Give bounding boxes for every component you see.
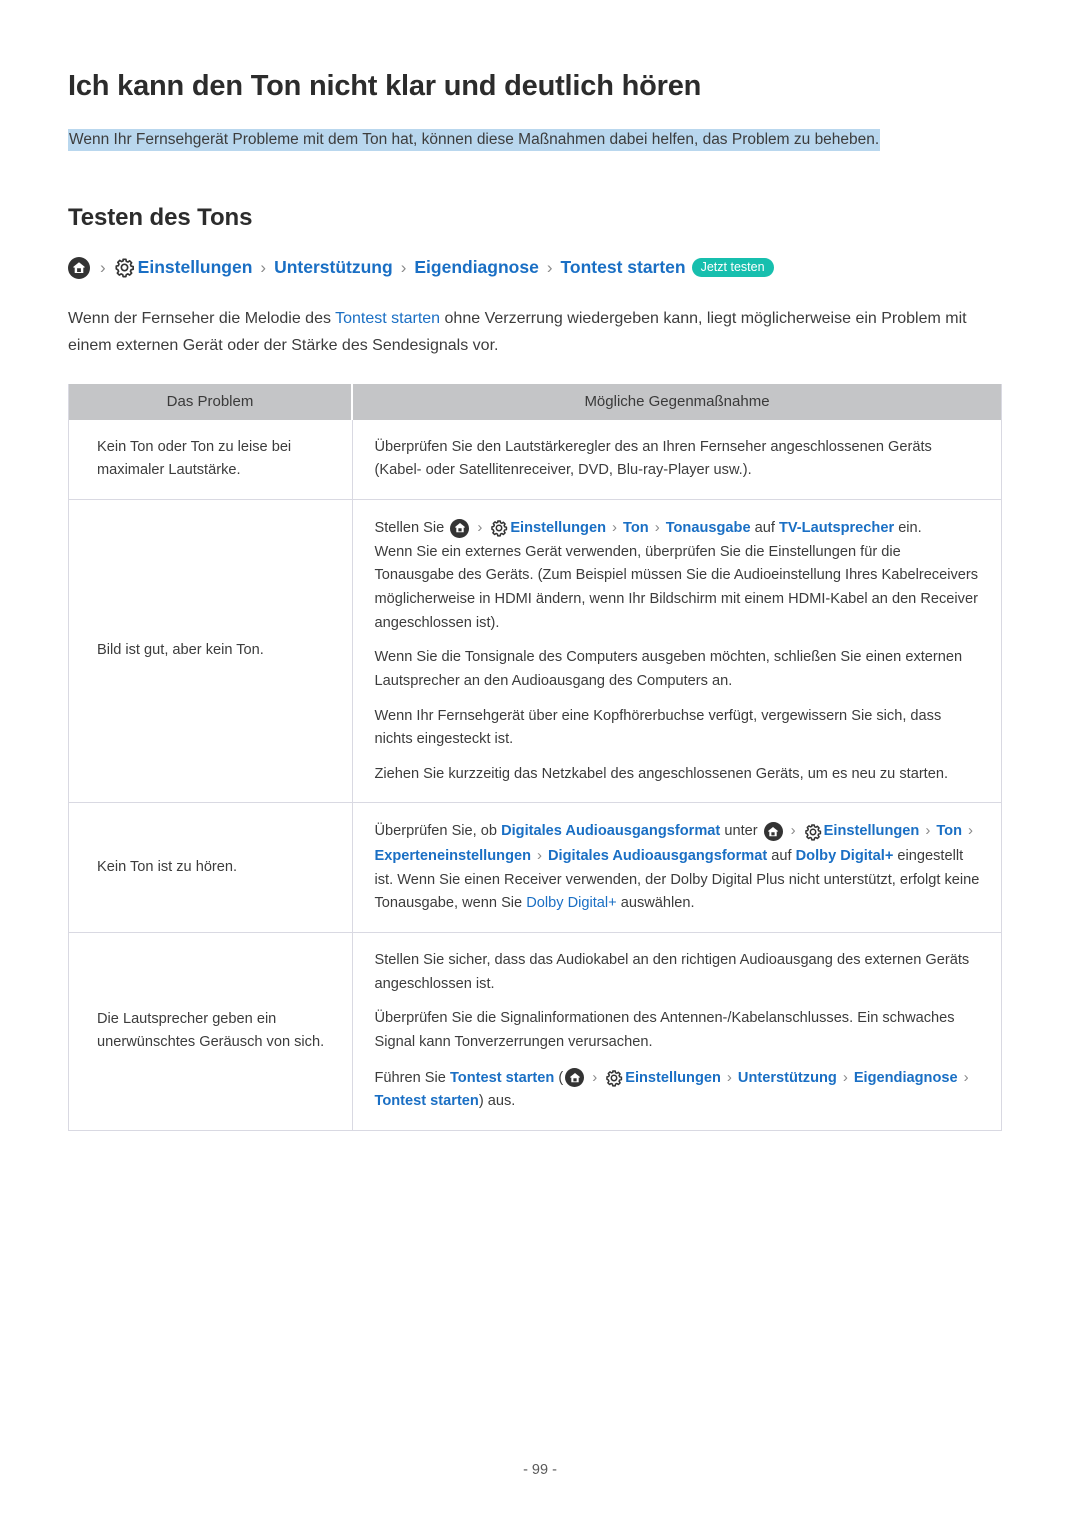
table-header-row: Das Problem Mögliche Gegenmaßnahme xyxy=(68,383,1002,420)
nav-separator: › xyxy=(925,822,931,840)
gear-icon[interactable] xyxy=(804,823,822,841)
row-measure-1: Überprüfen Sie den Lautstärkeregler des … xyxy=(352,419,1002,501)
table-body: Kein Ton oder Ton zu leise bei maximaler… xyxy=(68,419,1002,1131)
row-problem-4: Die Lautsprecher geben ein unerwünschtes… xyxy=(68,932,353,1131)
nav-link-einstellungen[interactable]: Einstellungen xyxy=(824,823,920,839)
nav-suffix-2: auswählen. xyxy=(616,895,695,912)
row-problem-2: Bild ist gut, aber kein Ton. xyxy=(68,499,353,804)
manual-page: Ich kann den Ton nicht klar und deutlich… xyxy=(0,0,1080,1527)
breadcrumb-separator-3: › xyxy=(400,258,407,278)
nav-link-digitales-audioausgangsformat[interactable]: Digitales Audioausgangsformat xyxy=(548,848,767,864)
measure-nav-path: Überprüfen Sie, ob Digitales Audioausgan… xyxy=(374,822,979,912)
row-problem-3: Kein Ton ist zu hören. xyxy=(68,802,353,933)
page-subtitle-wrap: Wenn Ihr Fernsehgerät Probleme mit dem T… xyxy=(68,128,1012,152)
home-icon[interactable] xyxy=(565,1068,585,1088)
measure-nav-path: Stellen Sie › Einstellungen › Ton › Tonausgab… xyxy=(374,518,922,538)
nav-link-eigendiagnose[interactable]: Eigendiagnose xyxy=(854,1070,958,1086)
row-measure-3: Überprüfen Sie, ob Digitales Audioausgan… xyxy=(352,802,1002,933)
nav-separator: › xyxy=(537,847,543,865)
table-row: Kein Ton oder Ton zu leise bei maximaler… xyxy=(68,419,1002,501)
table-row: Die Lautsprecher geben ein unerwünschtes… xyxy=(68,932,1002,1131)
gear-icon[interactable] xyxy=(605,1069,623,1087)
measure-text: Wenn Sie ein externes Gerät verwenden, ü… xyxy=(374,543,979,631)
nav-separator: › xyxy=(968,822,974,840)
intro-part1: Wenn der Fernseher die Melodie des xyxy=(68,309,336,327)
page-subtitle: Wenn Ihr Fernsehgerät Probleme mit dem T… xyxy=(68,129,881,152)
table-row: Kein Ton ist zu hören. Überprüfen Sie, o… xyxy=(68,802,1002,933)
nav-link-einstellungen[interactable]: Einstellungen xyxy=(625,1070,721,1086)
table-row: Bild ist gut, aber kein Ton. Stellen Sie… xyxy=(68,499,1002,804)
home-icon[interactable] xyxy=(68,256,90,279)
nav-link-tontest-starten[interactable]: Tontest starten xyxy=(375,1093,479,1109)
measure-text: Wenn Ihr Fernsehgerät über eine Kopfhöre… xyxy=(374,707,942,748)
measure-text: Überprüfen Sie die Signalinformationen d… xyxy=(374,1010,955,1050)
gear-icon[interactable] xyxy=(114,257,135,278)
nav-separator: › xyxy=(963,1068,969,1086)
nav-under: unter xyxy=(720,823,762,840)
measure-text: Wenn Sie die Tonsignale des Computers au… xyxy=(374,649,963,689)
nav-separator: › xyxy=(842,1068,848,1086)
column-header-measure: Mögliche Gegenmaßnahme xyxy=(352,383,1002,420)
nav-separator: › xyxy=(654,519,660,537)
section-heading: Testen des Tons xyxy=(68,203,253,231)
nav-prefix: Stellen Sie xyxy=(374,520,449,537)
home-icon[interactable] xyxy=(763,822,783,842)
measure-text: Stellen Sie sicher, dass das Audiokabel … xyxy=(374,952,970,992)
nav-middle: auf xyxy=(767,848,796,865)
measure-text: Überprüfen Sie den Lautstärkeregler des … xyxy=(374,438,932,479)
nav-separator: › xyxy=(726,1068,732,1086)
nav-link-unterstuetzung[interactable]: Unterstützung xyxy=(738,1070,837,1086)
row-problem-1: Kein Ton oder Ton zu leise bei maximaler… xyxy=(68,419,353,501)
nav-target-dolby-digital-plus[interactable]: Dolby Digital+ xyxy=(796,848,894,864)
breadcrumb-item-einstellungen[interactable]: Einstellungen xyxy=(138,258,253,277)
table-head: Das Problem Mögliche Gegenmaßnahme xyxy=(68,383,1002,420)
nav-open-paren: ( xyxy=(554,1069,564,1086)
try-now-badge[interactable]: Jetzt testen xyxy=(691,257,774,278)
measure-text: Ziehen Sie kurzzeitig das Netzkabel des … xyxy=(374,765,949,782)
nav-link-einstellungen[interactable]: Einstellungen xyxy=(510,520,606,536)
breadcrumb-item-tontest-starten[interactable]: Tontest starten xyxy=(561,258,686,277)
measure-nav-path: Führen Sie Tontest starten ( › Einstellung… xyxy=(374,1068,975,1110)
nav-suffix: ein. xyxy=(894,520,922,537)
nav-separator: › xyxy=(477,519,483,537)
column-header-problem: Das Problem xyxy=(68,383,353,420)
nav-middle: auf xyxy=(750,520,779,537)
nav-link-tonausgabe[interactable]: Tonausgabe xyxy=(666,520,751,536)
nav-link-ton[interactable]: Ton xyxy=(936,823,962,839)
intro-link-tontest[interactable]: Tontest starten xyxy=(335,310,440,327)
nav-target-dolby-digital-plus-2[interactable]: Dolby Digital+ xyxy=(526,895,616,911)
page-title: Ich kann den Ton nicht klar und deutlich… xyxy=(68,70,702,102)
breadcrumb: › Einstellungen › Unterstützung › Eigend… xyxy=(68,256,1012,279)
nav-prefix: Überprüfen Sie, ob xyxy=(374,823,502,840)
breadcrumb-separator-1: › xyxy=(100,258,106,278)
nav-name-tontest-starten[interactable]: Tontest starten xyxy=(450,1070,554,1086)
breadcrumb-separator-2: › xyxy=(260,258,267,278)
troubleshooting-table: Das Problem Mögliche Gegenmaßnahme Kein … xyxy=(68,383,1002,1131)
nav-separator: › xyxy=(790,822,796,840)
nav-close-paren: ) aus. xyxy=(478,1093,516,1110)
breadcrumb-separator-4: › xyxy=(546,258,553,278)
row-measure-4: Stellen Sie sicher, dass das Audiokabel … xyxy=(352,932,1002,1131)
nav-target-tv-lautsprecher[interactable]: TV-Lautsprecher xyxy=(779,520,894,536)
page-number: - 99 - xyxy=(523,1462,557,1478)
nav-prefix: Führen Sie xyxy=(374,1069,450,1086)
home-icon[interactable] xyxy=(450,518,470,538)
nav-separator: › xyxy=(612,519,618,537)
nav-link-ton[interactable]: Ton xyxy=(623,520,649,536)
nav-setting-name[interactable]: Digitales Audioausgangsformat xyxy=(501,823,720,839)
nav-separator: › xyxy=(592,1068,598,1086)
breadcrumb-item-eigendiagnose[interactable]: Eigendiagnose xyxy=(414,258,538,277)
row-measure-2: Stellen Sie › Einstellungen › Ton › Tonausgab… xyxy=(352,499,1002,804)
breadcrumb-item-unterstuetzung[interactable]: Unterstützung xyxy=(274,258,393,277)
intro-paragraph: Wenn der Fernseher die Melodie des Tonte… xyxy=(68,305,1003,360)
gear-icon[interactable] xyxy=(490,519,508,537)
nav-link-experteneinstellungen[interactable]: Experteneinstellungen xyxy=(375,848,532,864)
